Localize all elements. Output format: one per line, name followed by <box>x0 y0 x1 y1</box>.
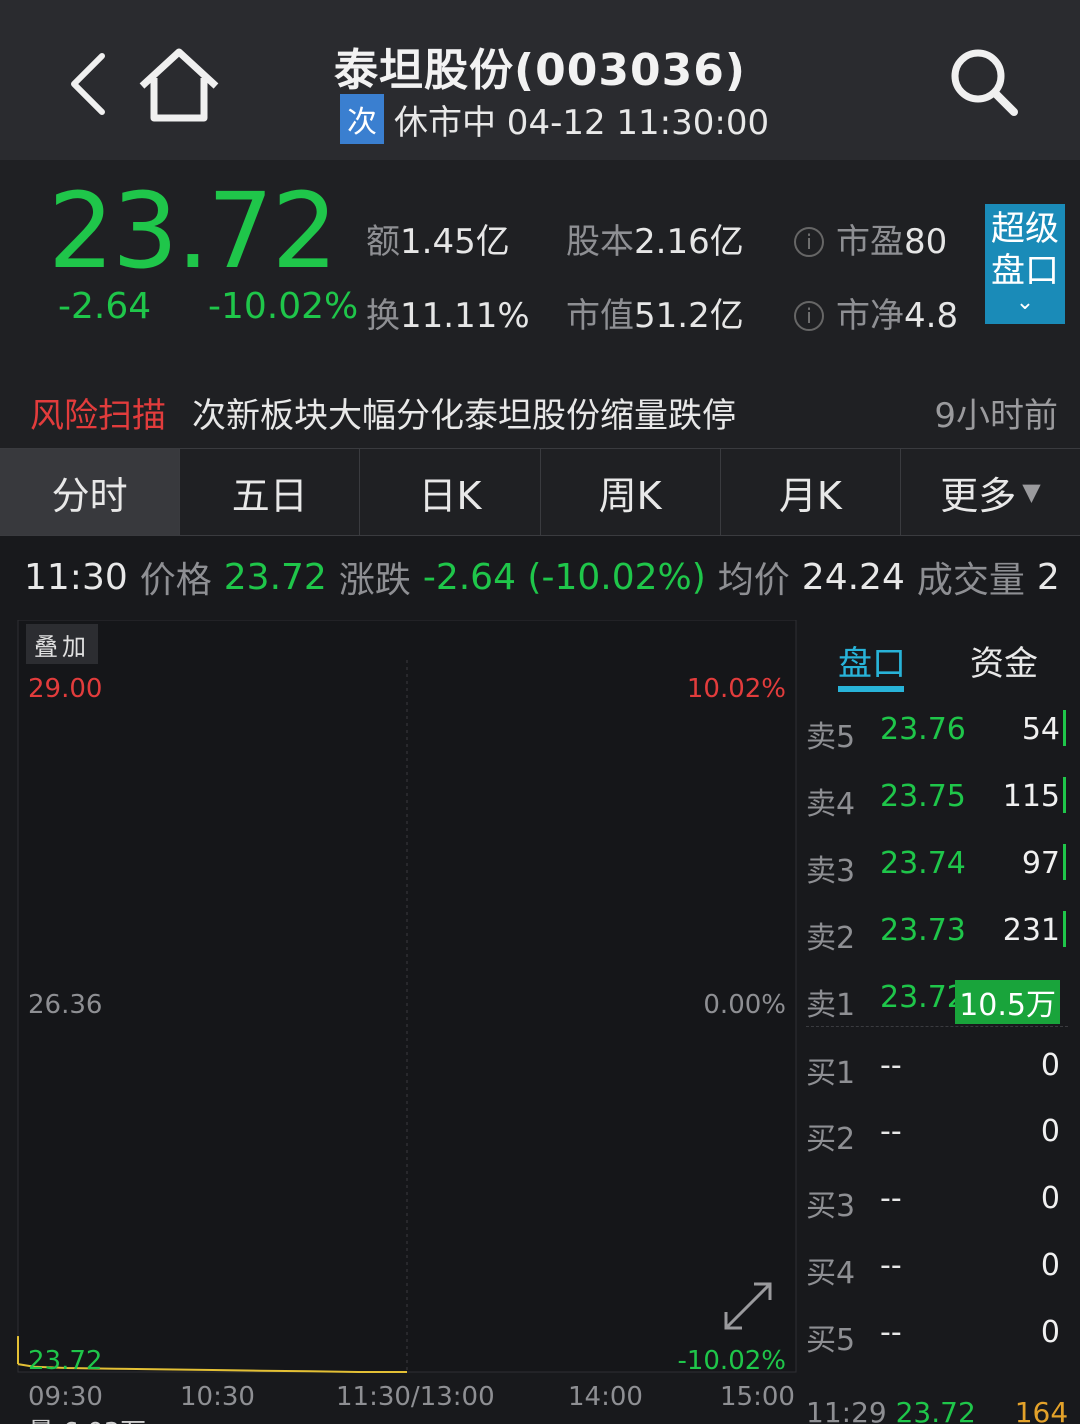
ask-row: 卖3 23.74 97 <box>806 838 1068 894</box>
x-tick-label: 09:30 <box>28 1382 103 1412</box>
stat-pe-ratio[interactable]: i 市盈80 <box>794 214 947 263</box>
stat-market-cap: 市值51.2亿 <box>566 296 744 336</box>
intraday-chart[interactable] <box>0 620 800 1424</box>
overlay-button[interactable]: 叠加 <box>26 624 98 664</box>
tab-capital-flow[interactable]: 资金 <box>970 636 1038 685</box>
risk-news-bar[interactable]: 风险扫描 次新板块大幅分化泰坦股份缩量跌停 9小时前 <box>0 370 1080 448</box>
back-button[interactable] <box>62 44 122 124</box>
tab-five-day[interactable]: 五日 <box>180 449 361 535</box>
x-tick-label: 14:00 <box>568 1382 643 1412</box>
y-axis-bottom: 23.72 <box>28 1346 103 1376</box>
x-tick-label: 15:00 <box>720 1382 795 1412</box>
volume-bar <box>1063 911 1066 947</box>
chart-period-tabs: 分时 五日 日K 周K 月K 更多 ▼ <box>0 448 1080 536</box>
divider <box>806 1026 1068 1027</box>
ask-row: 卖1 23.72 10.5万 <box>806 972 1068 1028</box>
ask-row: 卖4 23.75 115 <box>806 771 1068 827</box>
stat-turnover-rate: 换11.11% <box>366 296 530 336</box>
volume-bar <box>1063 777 1066 813</box>
stat-pb-ratio[interactable]: i 市净4.8 <box>794 288 958 337</box>
bid-row: 买5 -- 0 <box>806 1315 1060 1358</box>
quote-panel: 23.72 -2.64 -10.02% 额1.45亿 换11.11% 股本2.1… <box>0 160 1080 370</box>
stat-turnover-amount: 额1.45亿 <box>366 222 510 262</box>
tab-monthly-k[interactable]: 月K <box>721 449 901 535</box>
bid-row: 买3 -- 0 <box>806 1181 1060 1224</box>
x-tick-label: 10:30 <box>180 1382 255 1412</box>
pct-axis-top: 10.02% <box>686 674 786 704</box>
search-icon <box>951 49 1018 116</box>
status-text: 休市中 04-12 11:30:00 <box>394 102 770 143</box>
last-price: 23.72 <box>48 170 338 292</box>
risk-scan-tag: 风险扫描 <box>30 396 166 436</box>
tab-intraday[interactable]: 分时 <box>0 449 181 535</box>
y-axis-top: 29.00 <box>28 674 103 704</box>
volume-bar <box>1063 844 1066 880</box>
market-status: 次 休市中 04-12 11:30:00 <box>340 94 769 144</box>
back-arrow-icon <box>71 53 105 115</box>
top-bar: 泰坦股份(003036) 次 休市中 04-12 11:30:00 <box>0 0 1080 160</box>
news-time: 9小时前 <box>934 396 1058 436</box>
expand-icon[interactable] <box>720 1278 776 1334</box>
pct-axis-bottom: -10.02% <box>677 1346 786 1376</box>
tab-daily-k[interactable]: 日K <box>360 449 541 535</box>
orderbook-tabs: 盘口 资金 <box>798 630 1080 694</box>
tab-orderbook[interactable]: 盘口 <box>838 636 906 685</box>
pct-axis-mid: 0.00% <box>703 990 786 1020</box>
volume-label: 量 6.03万 <box>28 1412 146 1424</box>
active-tab-indicator <box>838 686 904 692</box>
stock-title: 泰坦股份(003036) <box>334 45 746 96</box>
x-tick-label: 11:30/13:00 <box>336 1382 495 1412</box>
bid-row: 买4 -- 0 <box>806 1248 1060 1291</box>
search-button[interactable] <box>946 44 1022 120</box>
new-stock-badge: 次 <box>340 94 384 144</box>
home-icon <box>139 48 219 122</box>
volume-bar <box>1063 710 1066 746</box>
trade-detail-row: 11:29 23.72 164 <box>806 1396 1069 1424</box>
stat-share-capital: 股本2.16亿 <box>566 222 744 262</box>
home-button[interactable] <box>134 44 224 128</box>
chevron-down-icon: ⌄ <box>1015 290 1035 315</box>
tab-weekly-k[interactable]: 周K <box>541 449 721 535</box>
ask-row: 卖5 23.76 54 <box>806 704 1068 760</box>
y-axis-mid: 26.36 <box>28 990 103 1020</box>
crosshair-info: 11:30 价格 23.72 涨跌 -2.64 (-10.02%) 均价 24.… <box>24 556 1060 602</box>
bid-row: 买2 -- 0 <box>806 1114 1060 1157</box>
caret-down-icon: ▼ <box>1022 478 1041 506</box>
info-icon: i <box>794 227 824 257</box>
ask-row: 卖2 23.73 231 <box>806 905 1068 961</box>
info-icon: i <box>794 301 824 331</box>
price-change: -2.64 <box>58 286 152 327</box>
bid-row: 买1 -- 0 <box>806 1048 1060 1091</box>
news-headline: 次新板块大幅分化泰坦股份缩量跌停 <box>192 396 736 436</box>
super-orderbook-button[interactable]: 超级 盘口 ⌄ <box>985 204 1065 324</box>
price-change-percent: -10.02% <box>208 286 359 327</box>
tab-more[interactable]: 更多 ▼ <box>901 449 1080 535</box>
